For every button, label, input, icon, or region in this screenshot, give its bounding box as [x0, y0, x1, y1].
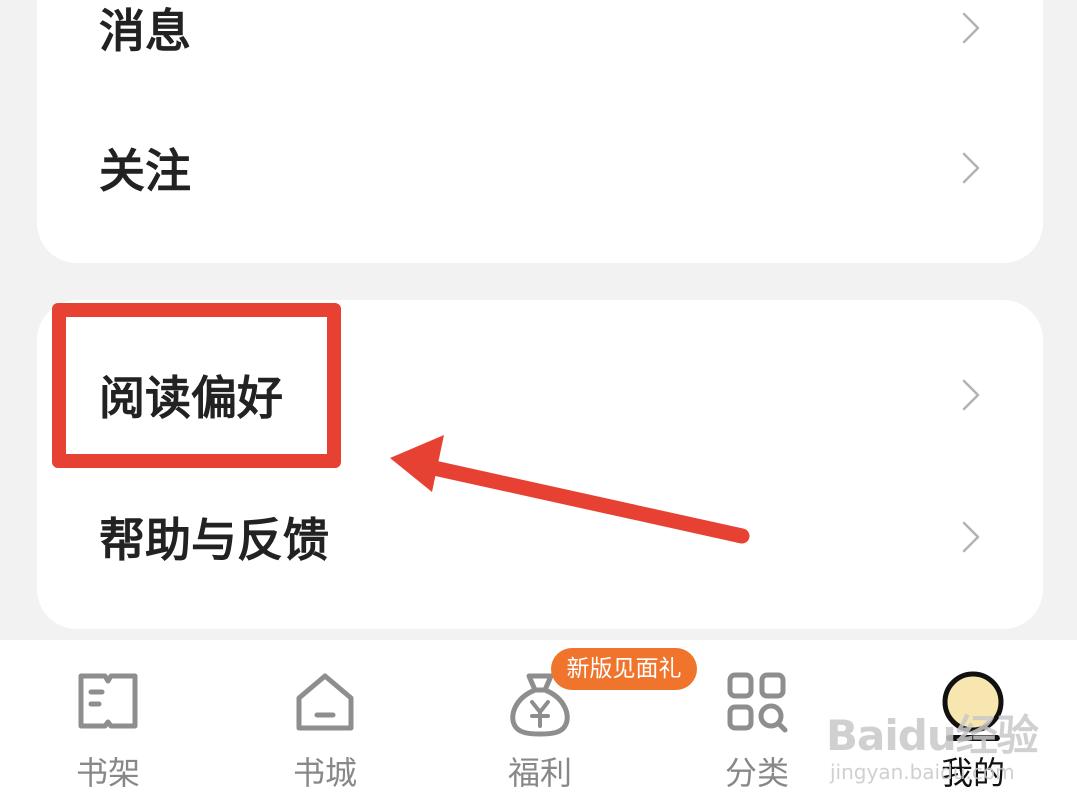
grid-search-icon	[727, 672, 788, 733]
new-version-badge: 新版见面礼	[551, 648, 697, 690]
menu-item-label: 关注	[99, 144, 191, 198]
chevron-right-icon	[962, 12, 980, 44]
chevron-right-icon	[962, 152, 980, 184]
tab-label: 书架	[75, 754, 140, 792]
menu-item-label: 阅读偏好	[99, 371, 283, 425]
menu-item-following[interactable]: 关注	[37, 113, 1043, 223]
tab-bookshelf[interactable]: 书架	[38, 640, 178, 807]
home-icon	[296, 673, 354, 731]
tab-label: 书城	[292, 754, 357, 792]
chevron-right-icon	[962, 521, 980, 553]
menu-item-messages[interactable]: 消息	[37, 0, 1043, 83]
tab-bookstore[interactable]: 书城	[255, 640, 395, 807]
menu-item-reading-preference[interactable]: 阅读偏好	[37, 340, 1043, 450]
tab-label: 分类	[724, 754, 789, 792]
menu-item-help-feedback[interactable]: 帮助与反馈	[37, 482, 1043, 592]
book-icon	[78, 673, 138, 729]
menu-item-label: 消息	[99, 4, 191, 58]
tab-label: 福利	[507, 754, 572, 792]
settings-card-top: 消息 关注	[37, 0, 1043, 263]
tab-mine[interactable]: 我的	[903, 640, 1043, 807]
tab-category[interactable]: 分类	[687, 640, 827, 807]
menu-item-label: 帮助与反馈	[99, 513, 329, 567]
avatar-icon	[942, 671, 1004, 741]
bottom-tab-bar: 书架 书城 福利 分类 我的	[0, 640, 1077, 807]
settings-card-bottom: 阅读偏好 帮助与反馈	[37, 300, 1043, 629]
chevron-right-icon	[962, 379, 980, 411]
tab-label: 我的	[940, 754, 1005, 792]
